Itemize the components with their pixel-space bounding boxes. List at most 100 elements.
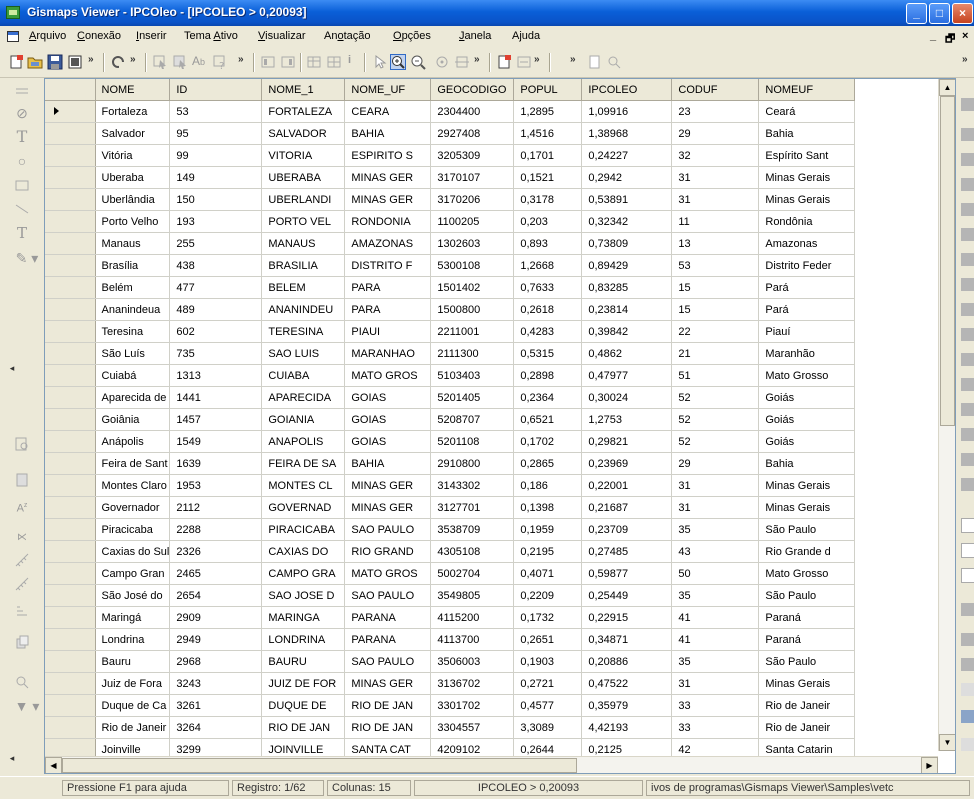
zoom-search-icon[interactable] [14, 674, 30, 690]
column-header[interactable]: CODUF [671, 79, 760, 101]
table-cell[interactable]: 477 [169, 276, 263, 299]
table-row[interactable]: Cuiabá 1313 CUIABA MATO GROS 5103403 0,2898 0,… [45, 364, 856, 387]
table-window-icon[interactable] [67, 54, 83, 70]
menu-inserir[interactable]: Inserir [136, 30, 167, 42]
table-cell[interactable]: 0,186 [513, 474, 583, 497]
table-row[interactable]: Duque de Ca 3261 DUQUE DE RIO DE JAN 3301702… [45, 694, 856, 717]
table-cell[interactable]: 0,23709 [581, 518, 673, 541]
table-cell[interactable]: 3301702 [430, 694, 515, 717]
column-header[interactable]: POPUL [513, 79, 583, 101]
table-cell[interactable]: SAO PAULO [344, 650, 432, 673]
document-window-icon[interactable] [7, 31, 19, 42]
row-selector[interactable] [45, 298, 96, 321]
table-cell[interactable]: Teresina [95, 320, 171, 343]
horizontal-scroll-thumb[interactable] [62, 758, 577, 773]
table-cell[interactable]: 0,1702 [513, 430, 583, 453]
table-cell[interactable]: 31 [671, 188, 760, 211]
table-cell[interactable]: GOVERNAD [261, 496, 346, 519]
table-cell[interactable]: 0,22915 [581, 606, 673, 629]
table-cell[interactable]: RIO DE JAN [344, 716, 432, 739]
right-tool-icon[interactable] [961, 253, 974, 266]
table-cell[interactable]: 5103403 [430, 364, 515, 387]
table-cell[interactable]: 0,59877 [581, 562, 673, 585]
toolbar-overflow-chevron-icon[interactable]: » [570, 54, 576, 65]
table-cell[interactable]: 1501402 [430, 276, 515, 299]
table-cell[interactable]: DUQUE DE [261, 694, 346, 717]
table-cell[interactable]: Piracicaba [95, 518, 171, 541]
table-cell[interactable]: 1441 [169, 386, 263, 409]
right-tool-icon[interactable] [961, 568, 974, 583]
row-selector[interactable] [45, 496, 96, 519]
table-cell[interactable]: PIRACICABA [261, 518, 346, 541]
row-selector[interactable] [45, 452, 96, 475]
table-cell[interactable]: 150 [169, 188, 263, 211]
row-selector[interactable] [45, 562, 96, 585]
table-cell[interactable]: 0,2898 [513, 364, 583, 387]
table-cell[interactable]: 3143302 [430, 474, 515, 497]
row-selector[interactable] [45, 210, 96, 233]
table-cell[interactable]: Belém [95, 276, 171, 299]
table-cell[interactable]: 35 [671, 584, 760, 607]
table-cell[interactable]: MATO GROS [344, 562, 432, 585]
table-cell[interactable]: Rondônia [758, 210, 856, 233]
area-measure-icon[interactable] [14, 602, 30, 618]
table-cell[interactable]: 2211001 [430, 320, 515, 343]
table-row[interactable]: Manaus 255 MANAUS AMAZONAS 1302603 0,893 0,738… [45, 232, 856, 255]
table-cell[interactable]: 2927408 [430, 122, 515, 145]
table-cell[interactable]: 0,1959 [513, 518, 583, 541]
table-cell[interactable]: Ananindeua [95, 298, 171, 321]
table-cell[interactable]: Paraná [758, 606, 856, 629]
toolbar-overflow-chevron-icon[interactable]: » [238, 54, 244, 65]
table-cell[interactable]: 1549 [169, 430, 263, 453]
identify-icon[interactable]: ? [212, 54, 228, 72]
table-cell[interactable]: Rio de Janeir [95, 716, 171, 739]
no-symbol-icon[interactable]: ⊘ [14, 105, 30, 121]
table-row[interactable]: Belém 477 BELEM PARA 1501402 0,7633 0,83285 15 P… [45, 276, 856, 299]
table-cell[interactable]: 33 [671, 716, 760, 739]
maximize-button[interactable]: □ [929, 3, 950, 24]
table-row[interactable]: Goiânia 1457 GOIANIA GOIAS 5208707 0,6521 1,27… [45, 408, 856, 431]
table-cell[interactable]: MATO GROS [344, 364, 432, 387]
row-selector[interactable] [45, 716, 96, 739]
table-cell[interactable]: 0,2618 [513, 298, 583, 321]
table-cell[interactable]: 193 [169, 210, 263, 233]
table-cell[interactable]: 0,27485 [581, 540, 673, 563]
table-cell[interactable]: 3243 [169, 672, 263, 695]
menu-opcoes[interactable]: Opções [393, 30, 431, 42]
table-cell[interactable]: ANAPOLIS [261, 430, 346, 453]
table-cell[interactable]: 4305108 [430, 540, 515, 563]
table-row[interactable]: Campo Gran 2465 CAMPO GRA MATO GROS 5002704 0… [45, 562, 856, 585]
table-cell[interactable]: BAHIA [344, 452, 432, 475]
table-cell[interactable]: 21 [671, 342, 760, 365]
table-cell[interactable]: 2968 [169, 650, 263, 673]
table-row[interactable]: Salvador 95 SALVADOR BAHIA 2927408 1,4516 1,38… [45, 122, 856, 145]
right-tool-icon[interactable] [961, 710, 974, 723]
right-tool-icon[interactable] [961, 683, 974, 696]
table-cell[interactable]: 3170206 [430, 188, 515, 211]
table-cell[interactable]: 4113700 [430, 628, 515, 651]
row-selector[interactable] [45, 188, 96, 211]
table-cell[interactable]: Bauru [95, 650, 171, 673]
table-cell[interactable]: 0,24227 [581, 144, 673, 167]
table-cell[interactable]: 5201405 [430, 386, 515, 409]
table-cell[interactable]: 1,2895 [513, 100, 583, 123]
right-tool-icon[interactable] [961, 543, 974, 558]
table-cell[interactable]: 0,32342 [581, 210, 673, 233]
vertical-scrollbar[interactable]: ▲ ▼ [938, 79, 955, 751]
table-cell[interactable]: 1313 [169, 364, 263, 387]
table-cell[interactable]: Paraná [758, 628, 856, 651]
table-row[interactable]: Rio de Janeir 3264 RIO DE JAN RIO DE JAN 330… [45, 716, 856, 739]
table-cell[interactable]: Goiás [758, 386, 856, 409]
table-cell[interactable]: 3506003 [430, 650, 515, 673]
table-cell[interactable]: UBERABA [261, 166, 346, 189]
table-cell[interactable]: 0,73809 [581, 232, 673, 255]
table-cell[interactable]: 3261 [169, 694, 263, 717]
table-cell[interactable]: 2304400 [430, 100, 515, 123]
table-cell[interactable]: 0,1521 [513, 166, 583, 189]
table-cell[interactable]: 31 [671, 672, 760, 695]
minimize-button[interactable]: _ [906, 3, 927, 24]
table-cell[interactable]: PARANA [344, 628, 432, 651]
table-cell[interactable]: 0,3178 [513, 188, 583, 211]
table-cell[interactable]: SAO JOSE D [261, 584, 346, 607]
row-selector[interactable] [45, 122, 96, 145]
